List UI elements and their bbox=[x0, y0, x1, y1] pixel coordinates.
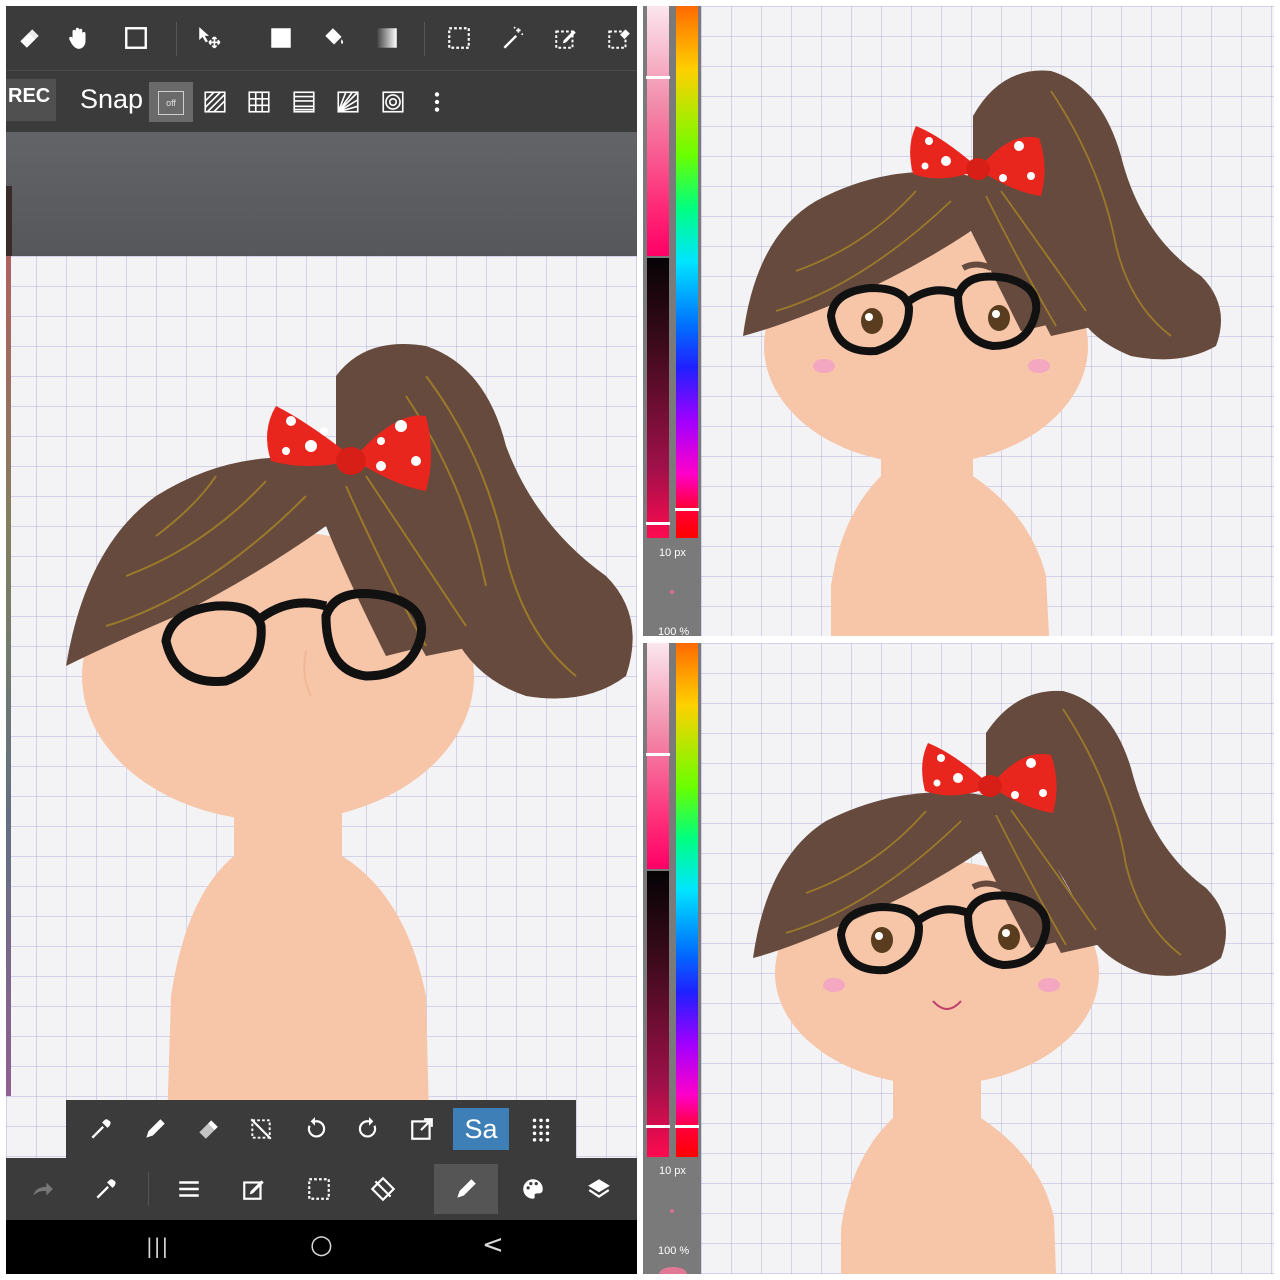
color-value-slider-2[interactable] bbox=[647, 643, 669, 869]
left-color-strip bbox=[6, 256, 11, 1096]
left-panel: REC Snap off Sa ||| ○ < bbox=[6, 6, 637, 1274]
bottom-bar bbox=[6, 1158, 637, 1220]
brush-size-dot bbox=[670, 590, 674, 594]
color-shade-handle-2[interactable] bbox=[646, 1125, 670, 1128]
color-value-slider[interactable] bbox=[647, 6, 669, 256]
toolbar-divider-2 bbox=[424, 22, 425, 56]
recent-apps-button[interactable]: ||| bbox=[146, 1234, 169, 1258]
top-right-panel: 10 px 100 % bbox=[643, 6, 1274, 636]
color-value-slider-handle[interactable] bbox=[646, 76, 670, 79]
opacity-label: 100 % bbox=[658, 626, 690, 636]
snap-off-button[interactable]: off bbox=[149, 82, 193, 122]
palette-icon[interactable] bbox=[516, 1172, 550, 1206]
brush-size-label: 10 px bbox=[659, 547, 686, 559]
pen-icon[interactable] bbox=[138, 1112, 172, 1146]
parallel-snap-icon[interactable] bbox=[198, 85, 232, 119]
color-sidebar-2: 10 px 100 % bbox=[643, 643, 701, 1274]
edit-icon[interactable] bbox=[237, 1172, 271, 1206]
home-button[interactable]: ○ bbox=[310, 1230, 333, 1260]
color-shade-slider[interactable] bbox=[647, 258, 669, 538]
deselect-icon[interactable] bbox=[244, 1112, 278, 1146]
eyedropper-icon[interactable] bbox=[84, 1112, 118, 1146]
brush-button[interactable] bbox=[434, 1164, 498, 1214]
perspective-snap-icon[interactable] bbox=[287, 85, 321, 119]
eraser-icon[interactable] bbox=[12, 21, 46, 55]
menu-icon[interactable] bbox=[172, 1172, 206, 1206]
bottom-right-panel: 10 px 100 % bbox=[643, 643, 1274, 1274]
grid-snap-icon[interactable] bbox=[242, 85, 276, 119]
magic-wand-icon[interactable] bbox=[496, 21, 530, 55]
toolbar-divider bbox=[176, 22, 177, 56]
color-sidebar: 10 px 100 % bbox=[643, 6, 701, 636]
gradient-icon[interactable] bbox=[370, 21, 404, 55]
drawing-canvas-top-right[interactable] bbox=[701, 6, 1274, 636]
color-shade-slider-2[interactable] bbox=[647, 871, 669, 1157]
character-drawing bbox=[66, 344, 633, 1158]
eraser-icon-quick[interactable] bbox=[191, 1112, 225, 1146]
dots-grid-icon[interactable] bbox=[524, 1112, 558, 1146]
redo-icon[interactable] bbox=[352, 1112, 386, 1146]
drawing-canvas-bottom-right[interactable] bbox=[701, 643, 1274, 1274]
drawing-canvas[interactable] bbox=[6, 256, 637, 1158]
more-icon[interactable] bbox=[420, 85, 454, 119]
eyedropper-icon-bottom[interactable] bbox=[89, 1172, 123, 1206]
character-drawing-glasses-eyes bbox=[743, 70, 1221, 636]
circle-snap-icon[interactable] bbox=[376, 85, 410, 119]
select-eraser-icon[interactable] bbox=[602, 21, 636, 55]
rectangle-icon[interactable] bbox=[119, 21, 153, 55]
snap-off-label: off bbox=[158, 91, 184, 115]
system-nav-bar: ||| ○ < bbox=[6, 1220, 637, 1274]
sa-button[interactable]: Sa bbox=[453, 1108, 509, 1150]
rec-label: REC bbox=[8, 85, 51, 107]
color-value-slider-handle-2[interactable] bbox=[646, 753, 670, 756]
bucket-icon[interactable] bbox=[317, 21, 351, 55]
color-shade-handle[interactable] bbox=[646, 522, 670, 525]
select-rect-icon[interactable] bbox=[442, 21, 476, 55]
hue-slider-2[interactable] bbox=[676, 643, 698, 1157]
layers-icon[interactable] bbox=[582, 1172, 616, 1206]
move-icon[interactable] bbox=[192, 21, 226, 55]
back-button[interactable]: < bbox=[482, 1230, 504, 1260]
export-icon[interactable] bbox=[405, 1112, 439, 1146]
snap-label: Snap bbox=[80, 84, 144, 114]
snap-bar: REC Snap off bbox=[6, 70, 637, 133]
quick-bar: Sa bbox=[66, 1100, 576, 1158]
select-pen-icon[interactable] bbox=[549, 21, 583, 55]
opacity-label-2: 100 % bbox=[658, 1245, 690, 1257]
brush-size-label-2: 10 px bbox=[659, 1165, 686, 1177]
undo-icon[interactable] bbox=[298, 1112, 332, 1146]
fill-rect-icon[interactable] bbox=[264, 21, 298, 55]
selection-icon[interactable] bbox=[302, 1172, 336, 1206]
radial-snap-icon[interactable] bbox=[331, 85, 365, 119]
hue-handle[interactable] bbox=[675, 508, 699, 511]
rec-button[interactable]: REC bbox=[6, 79, 56, 121]
redo-arrow-icon[interactable] bbox=[25, 1172, 59, 1206]
color-preview-dot[interactable] bbox=[659, 1267, 687, 1274]
bottom-divider bbox=[148, 1172, 149, 1206]
hue-slider[interactable] bbox=[676, 6, 698, 538]
canvas-margin bbox=[6, 132, 637, 256]
brush-size-dot-2 bbox=[670, 1209, 674, 1213]
hue-handle-2[interactable] bbox=[675, 1125, 699, 1128]
top-toolbar bbox=[6, 6, 637, 70]
brush-icon bbox=[449, 1172, 483, 1206]
character-drawing-smile bbox=[753, 690, 1226, 1274]
transform-icon[interactable] bbox=[366, 1172, 400, 1206]
hand-icon[interactable] bbox=[62, 21, 96, 55]
